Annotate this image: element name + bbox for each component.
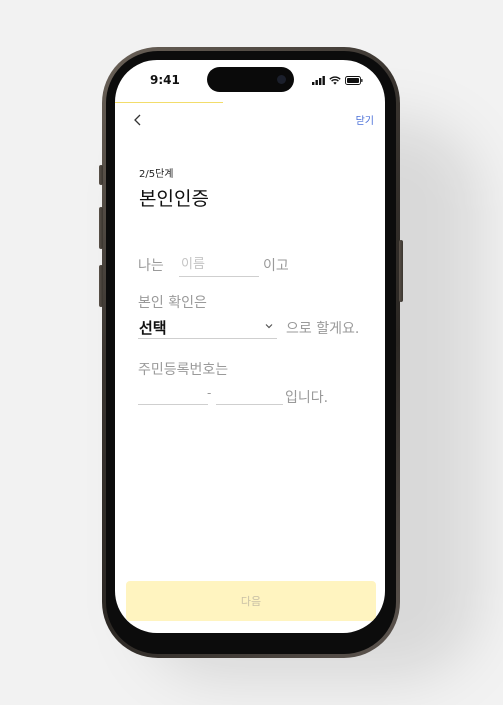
name-input[interactable]: [179, 254, 259, 277]
chevron-down-icon: [265, 324, 273, 329]
rrn-back-input[interactable]: [216, 384, 283, 405]
verify-method-value: 선택: [139, 319, 167, 337]
step-indicator: 2/5단계: [139, 169, 174, 180]
progress-bar: [115, 102, 385, 103]
power-button: [399, 240, 403, 302]
rrn-front-input[interactable]: [138, 384, 208, 405]
status-icons: [312, 75, 363, 85]
status-time: 9:41: [150, 73, 180, 87]
battery-icon: [345, 75, 363, 85]
verify-method-suffix: 으로 할게요.: [286, 321, 360, 337]
progress-fill: [115, 102, 223, 103]
wifi-icon: [329, 75, 341, 85]
close-button[interactable]: 닫기: [356, 112, 374, 127]
dynamic-island: [207, 67, 294, 92]
front-camera-icon: [277, 75, 286, 84]
chevron-left-icon: [134, 114, 141, 126]
name-prefix-label: 나는: [138, 258, 164, 274]
name-suffix-label: 이고: [263, 258, 289, 274]
action-button: [99, 165, 103, 185]
volume-up-button: [99, 207, 103, 249]
signal-bars-icon: [312, 75, 325, 85]
verify-method-select[interactable]: 선택: [138, 316, 277, 339]
phone-screen: 9:41 닫기 2/5단계 본인인증 나는 이고: [115, 60, 385, 633]
volume-down-button: [99, 265, 103, 307]
rrn-separator: -: [207, 386, 212, 400]
rrn-suffix: 입니다.: [285, 390, 329, 406]
rrn-label: 주민등록번호는: [138, 362, 229, 378]
verify-method-label: 본인 확인은: [138, 295, 207, 311]
next-button[interactable]: 다음: [126, 581, 376, 621]
page-title: 본인인증: [139, 188, 209, 210]
back-button[interactable]: [131, 112, 145, 128]
